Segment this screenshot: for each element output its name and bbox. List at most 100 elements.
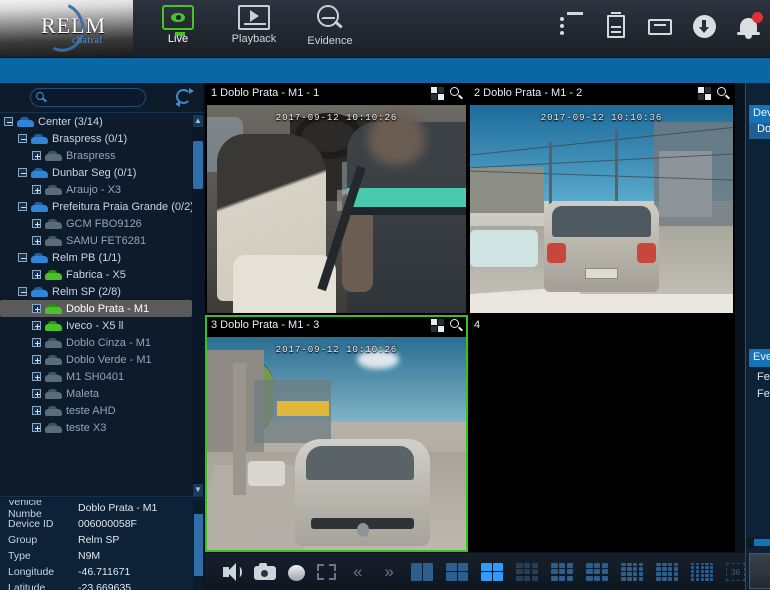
tree-node[interactable]: Fabrica - X5 xyxy=(0,266,192,283)
download-icon[interactable] xyxy=(690,12,718,42)
expand-icon[interactable] xyxy=(32,372,41,381)
expand-icon[interactable] xyxy=(32,321,41,330)
video-cell[interactable]: 1 Doblo Prata - M1 - 1 2017-09-12 10:10:2… xyxy=(205,83,468,315)
inbox-icon[interactable] xyxy=(646,12,674,42)
layout-9-split[interactable] xyxy=(586,562,609,581)
nav-item-live[interactable]: Live xyxy=(140,0,216,57)
expand-icon[interactable] xyxy=(32,185,41,194)
report-icon[interactable] xyxy=(602,12,630,42)
expand-icon[interactable] xyxy=(32,389,41,398)
vehicle-info-row: Group Relm SP xyxy=(0,532,192,548)
device-tree[interactable]: Center (3/14) Braspress (0/1) Braspress Dun… xyxy=(0,112,204,497)
checkerboard-icon[interactable] xyxy=(431,319,444,332)
search-box[interactable] xyxy=(30,88,146,107)
tree-node[interactable]: teste X3 xyxy=(0,419,192,436)
record-button[interactable] xyxy=(286,561,305,583)
layout-6-split[interactable] xyxy=(516,562,539,581)
collapse-icon[interactable] xyxy=(18,134,27,143)
tree-scroll-up-button[interactable]: ▲ xyxy=(193,115,203,127)
expand-icon[interactable] xyxy=(32,355,41,364)
info-vertical-scrollbar[interactable] xyxy=(193,500,204,590)
video-cell[interactable]: 2 Doblo Prata - M1 - 2 2017-09-12 10:10:3… xyxy=(468,83,735,315)
collapse-icon[interactable] xyxy=(18,202,27,211)
tree-node[interactable]: Relm PB (1/1) xyxy=(0,249,192,266)
search-input[interactable] xyxy=(50,90,142,105)
tree-node[interactable]: Doblo Cinza - M1 xyxy=(0,334,192,351)
tree-node-label: Prefeitura Praia Grande (0/2) xyxy=(52,200,194,213)
layout-36-split[interactable]: 36 xyxy=(726,562,745,581)
video-cell[interactable]: 3 Doblo Prata - M1 - 3 2017-09-12 10:10:2… xyxy=(205,315,468,552)
list-icon[interactable] xyxy=(558,12,586,42)
tree-node[interactable]: Prefeitura Praia Grande (0/2) xyxy=(0,198,194,215)
right-panel-event-item-1[interactable]: Fence xyxy=(749,371,770,387)
video-stream[interactable]: 2017-09-12 10:10:26 xyxy=(207,105,466,313)
nav-item-playback[interactable]: Playback xyxy=(216,0,292,57)
audio-button[interactable] xyxy=(223,561,242,583)
tree-node[interactable]: GCM FBO9126 xyxy=(0,215,192,232)
expand-icon[interactable] xyxy=(32,219,41,228)
layout-2-split[interactable] xyxy=(411,562,434,581)
right-panel-thumbnail[interactable] xyxy=(749,553,770,589)
expand-icon[interactable] xyxy=(32,236,41,245)
tree-node[interactable]: Relm SP (2/8) xyxy=(0,283,192,300)
tree-node[interactable]: Braspress (0/1) xyxy=(0,130,192,147)
tree-node[interactable]: teste AHD xyxy=(0,402,192,419)
layout-13-split[interactable] xyxy=(621,562,644,581)
layout-8-split[interactable] xyxy=(551,562,574,581)
tree-node[interactable]: Araujo - X3 xyxy=(0,181,192,198)
expand-icon[interactable] xyxy=(32,151,41,160)
expand-icon[interactable] xyxy=(32,423,41,432)
tree-node[interactable]: Braspress xyxy=(0,147,192,164)
video-stream[interactable]: 2017-09-12 10:10:36 xyxy=(470,105,733,313)
video-stream[interactable]: 2017-09-12 10:10:26 xyxy=(207,337,466,550)
tree-node[interactable]: SAMU FET6281 xyxy=(0,232,192,249)
expand-icon[interactable] xyxy=(32,406,41,415)
tree-scrollbar-thumb[interactable] xyxy=(193,141,203,189)
refresh-icon[interactable] xyxy=(175,88,194,107)
right-panel-event-item-2[interactable]: Fence xyxy=(749,388,770,404)
tree-scrollbar[interactable]: ▲ ▼ xyxy=(192,113,204,496)
group-vehicle-icon xyxy=(31,167,48,178)
expand-icon[interactable] xyxy=(32,338,41,347)
layout-16-split[interactable] xyxy=(656,562,679,581)
vehicle-info-value: -46.711671 xyxy=(78,566,131,578)
collapse-icon[interactable] xyxy=(18,253,27,262)
tree-node[interactable]: Center (3/14) xyxy=(0,113,192,130)
vehicle-online-icon xyxy=(45,269,62,280)
fullscreen-button[interactable] xyxy=(317,561,336,583)
notification-bell-icon[interactable] xyxy=(734,12,763,42)
collapse-icon[interactable] xyxy=(4,117,13,126)
zoom-search-icon[interactable] xyxy=(450,319,463,332)
layout-3-split[interactable] xyxy=(446,562,469,581)
tree-scroll-down-button[interactable]: ▼ xyxy=(193,484,203,496)
nav-item-evidence[interactable]: Evidence xyxy=(292,0,368,57)
nav-label-evidence: Evidence xyxy=(307,35,353,47)
right-panel-device-item[interactable]: Doblo xyxy=(749,123,770,139)
video-cell[interactable]: 4 xyxy=(468,315,735,552)
previous-button[interactable]: « xyxy=(349,561,367,583)
checkerboard-icon[interactable] xyxy=(431,87,444,100)
vehicle-offline-icon xyxy=(45,388,62,399)
collapse-icon[interactable] xyxy=(18,168,27,177)
expand-icon[interactable] xyxy=(32,270,41,279)
right-panel-bar xyxy=(754,539,770,546)
expand-icon[interactable] xyxy=(32,304,41,313)
vehicle-info-row: Type N9M xyxy=(0,548,192,564)
next-button[interactable]: » xyxy=(380,561,398,583)
tree-node[interactable]: M1 SH0401 xyxy=(0,368,192,385)
layout-25-split[interactable] xyxy=(691,562,714,581)
vehicle-info-row: Vehicle Numbe Doblo Prata - M1 xyxy=(0,500,192,520)
layout-4-split[interactable] xyxy=(481,562,504,581)
checkerboard-icon[interactable] xyxy=(698,87,711,100)
tree-node[interactable]: Doblo Verde - M1 xyxy=(0,351,192,368)
collapse-icon[interactable] xyxy=(18,287,27,296)
tree-node[interactable]: Iveco - X5 ll xyxy=(0,317,192,334)
tree-node[interactable]: Doblo Prata - M1 xyxy=(0,300,192,317)
tree-node-label: Dunbar Seg (0/1) xyxy=(52,166,137,179)
tree-node[interactable]: Maleta xyxy=(0,385,192,402)
app-root: RELM chatral Live Playback Evidence Cent… xyxy=(0,0,770,590)
tree-node[interactable]: Dunbar Seg (0/1) xyxy=(0,164,192,181)
snapshot-button[interactable] xyxy=(254,561,277,583)
zoom-search-icon[interactable] xyxy=(450,87,463,100)
zoom-search-icon[interactable] xyxy=(717,87,730,100)
